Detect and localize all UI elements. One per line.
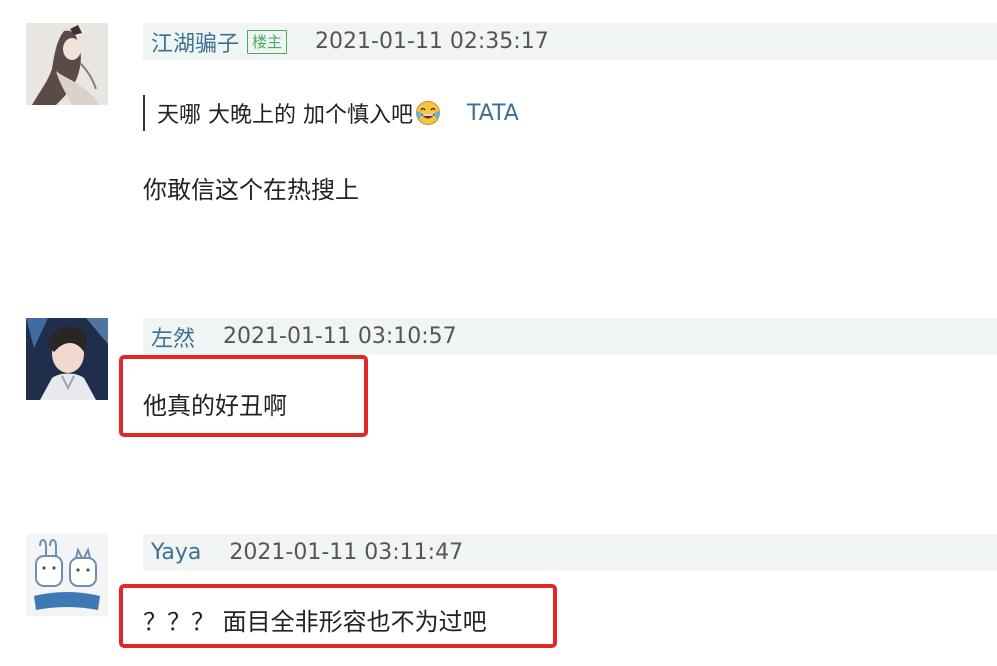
comment-meta: 左然 2021-01-11 03:10:57 bbox=[143, 318, 997, 355]
username-link[interactable]: 左然 bbox=[151, 321, 195, 353]
comment-meta: 江湖骗子 楼主 2021-01-11 02:35:17 bbox=[143, 23, 997, 60]
op-badge: 楼主 bbox=[247, 29, 288, 54]
timestamp: 2021-01-11 02:35:17 bbox=[315, 29, 549, 54]
timestamp: 2021-01-11 03:11:47 bbox=[229, 540, 464, 565]
comment-text: 你敢信这个在热搜上 bbox=[143, 176, 359, 204]
comment-meta: Yaya 2021-01-11 03:11:47 bbox=[143, 534, 997, 571]
username-link[interactable]: 江湖骗子 bbox=[151, 26, 239, 58]
anime-man-avatar-icon bbox=[26, 318, 108, 400]
quote-text: 天哪 大晚上的 加个慎入吧 bbox=[157, 103, 413, 128]
anime-character-avatar-icon bbox=[26, 23, 108, 105]
highlight-box bbox=[119, 355, 368, 437]
timestamp: 2021-01-11 03:10:57 bbox=[223, 324, 457, 349]
laughing-tears-emoji-icon bbox=[415, 100, 441, 126]
highlight-box bbox=[119, 584, 557, 648]
avatar[interactable] bbox=[26, 318, 108, 400]
username-link[interactable]: Yaya bbox=[151, 540, 201, 565]
avatar[interactable] bbox=[26, 534, 108, 616]
bunny-cartoon-avatar-icon bbox=[26, 534, 108, 616]
quoted-reply: 天哪 大晚上的 加个慎入吧 TATA bbox=[143, 95, 519, 131]
quote-author-link[interactable]: TATA bbox=[467, 101, 519, 126]
avatar[interactable] bbox=[26, 23, 108, 105]
